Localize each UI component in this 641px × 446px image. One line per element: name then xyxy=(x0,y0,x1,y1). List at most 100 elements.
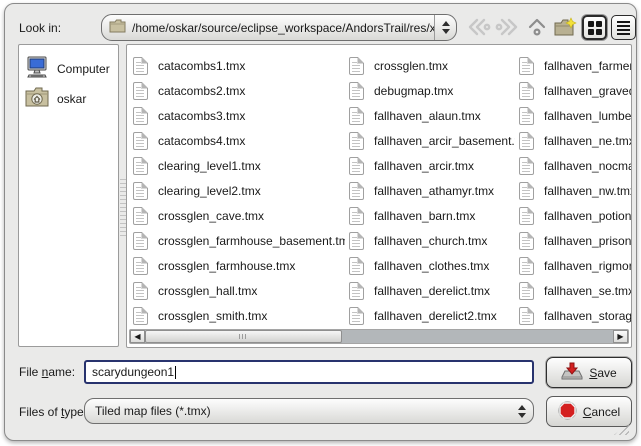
file-item[interactable]: fallhaven_ne.tmx xyxy=(519,128,631,153)
file-icon xyxy=(133,107,148,125)
save-button[interactable]: Save xyxy=(546,357,632,388)
file-item[interactable]: fallhaven_lumber xyxy=(519,103,631,128)
files-of-type-label: Files of type: xyxy=(19,404,87,420)
save-disk-icon xyxy=(561,362,583,384)
stop-sign-icon xyxy=(558,401,577,423)
file-item[interactable]: clearing_level1.tmx xyxy=(133,153,345,178)
sidebar-item-oskar[interactable]: oskar xyxy=(19,84,118,113)
file-item[interactable]: fallhaven_barn.tmx xyxy=(349,203,515,228)
file-item[interactable]: crossglen_cave.tmx xyxy=(133,203,345,228)
file-item-label: crossglen_farmhouse_basement.tmx xyxy=(158,234,345,248)
file-item-label: catacombs2.tmx xyxy=(158,84,245,98)
text-caret xyxy=(175,366,176,379)
file-item[interactable]: fallhaven_athamyr.tmx xyxy=(349,178,515,203)
file-item[interactable]: clearing_level2.tmx xyxy=(133,178,345,203)
file-item[interactable]: fallhaven_prison xyxy=(519,228,631,253)
file-item-label: crossglen_smith.tmx xyxy=(158,309,267,323)
file-name-input[interactable]: scarydungeon1 xyxy=(84,360,534,384)
sidebar-item-label: Computer xyxy=(57,62,110,76)
file-icon xyxy=(349,82,364,100)
file-icon xyxy=(519,57,534,75)
list-view-button[interactable] xyxy=(611,15,636,40)
cancel-button[interactable]: Cancel xyxy=(546,396,632,427)
file-item[interactable]: fallhaven_alaun.tmx xyxy=(349,103,515,128)
new-folder-button[interactable] xyxy=(552,15,578,41)
file-item[interactable]: fallhaven_nw.tmx xyxy=(519,178,631,203)
file-item[interactable]: fallhaven_graved xyxy=(519,78,631,103)
file-item-label: clearing_level1.tmx xyxy=(158,159,261,173)
file-icon xyxy=(519,182,534,200)
file-item-label: fallhaven_athamyr.tmx xyxy=(374,184,494,198)
file-list-panel: catacombs1.tmx catacombs2.tmx catacombs3.t… xyxy=(126,44,632,348)
file-item[interactable]: catacombs4.tmx xyxy=(133,128,345,153)
file-item[interactable]: fallhaven_clothes.tmx xyxy=(349,253,515,278)
file-item[interactable]: crossglen.tmx xyxy=(349,53,515,78)
file-item[interactable]: fallhaven_derelict.tmx xyxy=(349,278,515,303)
sidebar-item-computer[interactable]: Computer xyxy=(19,53,118,84)
file-type-combobox[interactable]: Tiled map files (*.tmx) xyxy=(84,398,534,424)
file-type-value: Tiled map files (*.tmx) xyxy=(95,404,511,418)
file-item[interactable]: fallhaven_arcir_basement.tmx xyxy=(349,128,515,153)
file-item[interactable]: catacombs2.tmx xyxy=(133,78,345,103)
scrollbar-track[interactable] xyxy=(145,330,613,343)
file-item-label: fallhaven_nocma xyxy=(544,159,631,173)
file-icon xyxy=(133,132,148,150)
chevron-up-icon xyxy=(525,15,549,42)
chevrons-right-icon xyxy=(495,16,521,41)
scroll-left-button[interactable]: ◀ xyxy=(130,330,145,343)
file-icon xyxy=(349,207,364,225)
file-icon xyxy=(349,257,364,275)
file-item-label: crossglen.tmx xyxy=(374,59,448,73)
file-icon xyxy=(349,307,364,325)
current-path: /home/oskar/source/eclipse_workspace/And… xyxy=(132,21,434,35)
file-item-label: clearing_level2.tmx xyxy=(158,184,261,198)
horizontal-scrollbar[interactable]: ◀ ▶ xyxy=(129,329,629,344)
scrollbar-thumb[interactable] xyxy=(145,330,342,343)
file-icon xyxy=(519,132,534,150)
back-button[interactable] xyxy=(465,15,491,41)
file-icon xyxy=(133,207,148,225)
file-item[interactable]: fallhaven_church.tmx xyxy=(349,228,515,253)
save-file-dialog: Look in: /home/oskar/source/eclipse_work… xyxy=(4,3,637,441)
file-item[interactable]: fallhaven_derelict2.tmx xyxy=(349,303,515,328)
file-item-label: crossglen_farmhouse.tmx xyxy=(158,259,295,273)
file-item[interactable]: crossglen_hall.tmx xyxy=(133,278,345,303)
file-icon xyxy=(133,157,148,175)
path-combo-spinner[interactable] xyxy=(434,15,456,40)
file-item[interactable]: crossglen_farmhouse.tmx xyxy=(133,253,345,278)
file-icon xyxy=(519,207,534,225)
file-item-label: fallhaven_ne.tmx xyxy=(544,134,631,148)
file-item[interactable]: fallhaven_se.tmx xyxy=(519,278,631,303)
file-item-label: fallhaven_prison xyxy=(544,234,631,248)
file-item[interactable]: catacombs1.tmx xyxy=(133,53,345,78)
file-item-label: catacombs4.tmx xyxy=(158,134,245,148)
grid-view-button[interactable] xyxy=(582,15,607,40)
file-item[interactable]: crossglen_smith.tmx xyxy=(133,303,345,328)
file-item[interactable]: fallhaven_storag xyxy=(519,303,631,328)
file-item[interactable]: debugmap.tmx xyxy=(349,78,515,103)
file-item-label: catacombs3.tmx xyxy=(158,109,245,123)
file-item[interactable]: fallhaven_nocma xyxy=(519,153,631,178)
list-icon xyxy=(617,21,630,35)
sidebar-item-label: oskar xyxy=(57,92,86,106)
file-item[interactable]: catacombs3.tmx xyxy=(133,103,345,128)
file-item[interactable]: crossglen_farmhouse_basement.tmx xyxy=(133,228,345,253)
places-sidebar: Computer oskar xyxy=(18,44,119,347)
file-item-label: fallhaven_farmer xyxy=(544,59,631,73)
file-item[interactable]: fallhaven_arcir.tmx xyxy=(349,153,515,178)
forward-button[interactable] xyxy=(495,15,521,41)
file-icon xyxy=(519,107,534,125)
file-item-label: fallhaven_derelict2.tmx xyxy=(374,309,497,323)
type-combo-spinner[interactable] xyxy=(511,399,533,423)
folder-icon xyxy=(109,19,126,36)
scroll-right-button[interactable]: ▶ xyxy=(613,330,628,343)
path-combobox[interactable]: /home/oskar/source/eclipse_workspace/And… xyxy=(101,14,457,41)
file-icon xyxy=(519,232,534,250)
cancel-button-label: Cancel xyxy=(583,405,620,419)
computer-icon xyxy=(25,56,49,81)
file-item[interactable]: fallhaven_rigmor xyxy=(519,253,631,278)
file-item-label: fallhaven_arcir.tmx xyxy=(374,159,474,173)
up-folder-button[interactable] xyxy=(524,15,550,41)
file-item[interactable]: fallhaven_potion xyxy=(519,203,631,228)
file-item[interactable]: fallhaven_farmer xyxy=(519,53,631,78)
